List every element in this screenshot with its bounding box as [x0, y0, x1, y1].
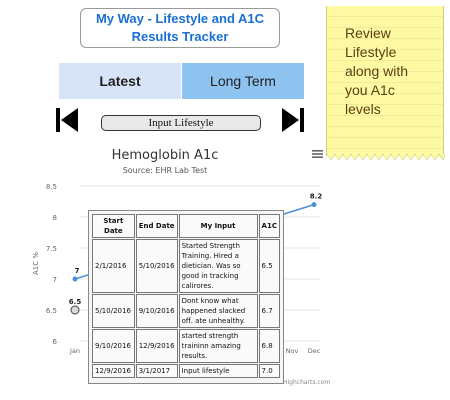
- tab-long-term[interactable]: Long Term: [182, 63, 304, 99]
- skip-first-icon[interactable]: [56, 108, 78, 132]
- input-cell: Started Strength Training. Hired a dieti…: [178, 239, 258, 293]
- start-date-cell: 5/10/2016: [92, 294, 135, 328]
- input-cell: started strength traininn amazing result…: [178, 329, 258, 363]
- col-start-date: Start Date: [92, 214, 135, 238]
- tab-latest[interactable]: Latest: [59, 63, 181, 99]
- sticky-line: Review: [345, 25, 391, 41]
- sticky-line: levels: [345, 101, 381, 117]
- lifestyle-history-popup: Start Date End Date My Input A1C 2/1/201…: [88, 210, 284, 384]
- table-row: 9/10/2016 12/9/2016 started strength tra…: [92, 329, 280, 363]
- table-row: 2/1/2016 5/10/2016 Started Strength Trai…: [92, 239, 280, 293]
- y-tick-label: 7: [53, 276, 57, 284]
- input-cell: Input lifestyle: [178, 364, 258, 378]
- x-tick-label: Nov: [286, 347, 299, 355]
- app-title-line2: Results Tracker: [131, 29, 229, 44]
- sticky-line: along with: [345, 63, 409, 79]
- a1c-cell: 7.0: [258, 364, 280, 378]
- skip-last-icon[interactable]: [282, 108, 304, 132]
- chart-credit: Highcharts.com: [283, 379, 331, 386]
- x-tick-label: Dec: [308, 347, 321, 355]
- data-label: 7: [75, 267, 80, 275]
- data-label: 8.2: [310, 193, 323, 201]
- lifestyle-table: Start Date End Date My Input A1C 2/1/201…: [91, 213, 281, 379]
- sticky-note: Review Lifestyle along with you A1c leve…: [326, 6, 445, 161]
- app-title-line1: My Way - Lifestyle and A1C: [95, 11, 265, 26]
- end-date-cell: 5/10/2016: [135, 239, 178, 293]
- sticky-line: Lifestyle: [345, 44, 397, 60]
- y-tick-label: 8.5: [46, 183, 57, 191]
- y-tick-label: 6.5: [46, 307, 57, 315]
- col-my-input: My Input: [178, 214, 258, 238]
- y-tick-label: 6: [53, 338, 58, 346]
- sticky-note-text: Review Lifestyle along with you A1c leve…: [345, 24, 435, 119]
- data-point: [72, 276, 78, 282]
- start-date-cell: 2/1/2016: [92, 239, 135, 293]
- sticky-line: you A1c: [345, 82, 395, 98]
- data-point: [70, 305, 80, 315]
- table-header-row: Start Date End Date My Input A1C: [92, 214, 280, 238]
- y-axis-label: A1C %: [32, 252, 40, 275]
- col-a1c: A1C: [258, 214, 280, 238]
- x-tick-label: Jan: [69, 347, 80, 355]
- end-date-cell: 3/1/2017: [135, 364, 178, 378]
- start-date-cell: 9/10/2016: [92, 329, 135, 363]
- sticky-note-edge: [327, 154, 445, 161]
- a1c-cell: 6.8: [258, 329, 280, 363]
- app-title: My Way - Lifestyle and A1C Results Track…: [80, 8, 280, 48]
- data-label: 6.5: [69, 298, 82, 306]
- col-end-date: End Date: [135, 214, 178, 238]
- end-date-cell: 12/9/2016: [135, 329, 178, 363]
- start-date-cell: 12/9/2016: [92, 364, 135, 378]
- a1c-cell: 6.7: [258, 294, 280, 328]
- data-point: [311, 202, 317, 208]
- end-date-cell: 9/10/2016: [135, 294, 178, 328]
- table-row: 5/10/2016 9/10/2016 Dont know what happe…: [92, 294, 280, 328]
- input-cell: Dont know what happened slacked off. ate…: [178, 294, 258, 328]
- a1c-cell: 6.5: [258, 239, 280, 293]
- y-tick-label: 8: [53, 214, 57, 222]
- y-tick-label: 7.5: [46, 245, 57, 253]
- table-row: 12/9/2016 3/1/2017 Input lifestyle 7.0: [92, 364, 280, 378]
- input-lifestyle-button[interactable]: Input Lifestyle: [101, 115, 261, 131]
